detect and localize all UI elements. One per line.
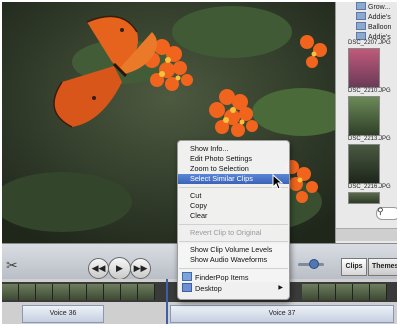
menu-item-zoom-to-selection[interactable]: Zoom to Selection <box>178 164 289 174</box>
desktop-icon <box>182 283 192 292</box>
album-icon <box>356 22 366 30</box>
tab-clips[interactable]: Clips <box>341 258 367 276</box>
voice-clip[interactable]: Voice 37 <box>170 305 394 323</box>
album-icon <box>356 2 366 10</box>
play-icon: ▶ <box>116 263 123 273</box>
menu-item-show-info[interactable]: Show Info... <box>178 144 289 154</box>
film-frame <box>19 284 36 300</box>
app-window: Grow... Addie's Balloon Addie's DSC_2207… <box>2 2 397 324</box>
cursor-icon <box>272 174 284 190</box>
menu-item-clear[interactable]: Clear <box>178 211 289 221</box>
photo-thumbnail[interactable] <box>348 48 380 88</box>
menu-item-revert-clip: Revert Clip to Original <box>190 228 262 237</box>
film-frame <box>302 284 319 300</box>
film-frame <box>87 284 104 300</box>
zoom-slider-knob[interactable] <box>309 259 319 269</box>
album-icon <box>356 12 366 20</box>
fast-forward-button[interactable]: ▶▶ <box>130 258 151 279</box>
submenu-arrow-icon: ▶ <box>278 285 283 291</box>
film-frame <box>353 284 370 300</box>
album-item[interactable]: Balloon <box>356 22 391 32</box>
album-item[interactable]: Grow... <box>356 2 390 12</box>
scissors-icon[interactable]: ✂ <box>6 257 18 274</box>
tab-themes[interactable]: Themes <box>368 258 397 276</box>
menu-separator <box>179 268 288 269</box>
film-frame <box>319 284 336 300</box>
album-item[interactable]: Addie's <box>356 12 391 22</box>
film-frame <box>36 284 53 300</box>
play-button[interactable]: ▶ <box>108 257 131 280</box>
browser-scrollbar[interactable] <box>336 228 397 241</box>
media-browser[interactable]: Grow... Addie's Balloon Addie's DSC_2207… <box>335 2 397 243</box>
rewind-button[interactable]: ◀◀ <box>88 258 109 279</box>
film-frame <box>104 284 121 300</box>
photo-thumbnail[interactable] <box>348 96 380 136</box>
menu-item-cut[interactable]: Cut <box>178 191 289 201</box>
film-frame <box>370 284 387 300</box>
voice-clip[interactable]: Voice 36 <box>22 305 104 323</box>
menu-separator <box>179 241 288 242</box>
menu-item-show-audio-waveforms[interactable]: Show Audio Waveforms <box>178 255 289 265</box>
menu-item-copy[interactable]: Copy <box>178 201 289 211</box>
film-frame <box>2 284 19 300</box>
thumbnail-label: DSC_2207.JPG <box>348 40 391 46</box>
photo-thumbnail[interactable] <box>348 192 380 204</box>
thumbnail-label: DSC_2210.JPG <box>348 88 391 94</box>
menu-separator <box>179 224 288 225</box>
film-frame <box>53 284 70 300</box>
photo-thumbnail[interactable] <box>348 144 380 184</box>
film-frame <box>336 284 353 300</box>
thumbnail-label: DSC_2213.JPG <box>348 136 391 142</box>
menu-item-finderpop[interactable]: FinderPop Items <box>178 272 289 282</box>
finderpop-icon <box>182 272 192 281</box>
film-frame <box>121 284 138 300</box>
album-icon <box>356 32 366 40</box>
thumbnail-label: DSC_2216.JPG <box>348 184 391 190</box>
menu-item-edit-photo-settings[interactable]: Edit Photo Settings <box>178 154 289 164</box>
menu-item-desktop[interactable]: Desktop ▶ <box>178 283 289 293</box>
context-menu[interactable]: Show Info... Edit Photo Settings Zoom to… <box>177 140 290 300</box>
fast-forward-icon: ▶▶ <box>133 263 148 273</box>
film-frame <box>70 284 87 300</box>
playhead[interactable] <box>166 279 168 324</box>
search-icon: ⚲ <box>377 206 384 216</box>
rewind-icon: ◀◀ <box>91 263 106 273</box>
menu-item-show-clip-volume-levels[interactable]: Show Clip Volume Levels <box>178 245 289 255</box>
film-frame <box>138 284 155 300</box>
